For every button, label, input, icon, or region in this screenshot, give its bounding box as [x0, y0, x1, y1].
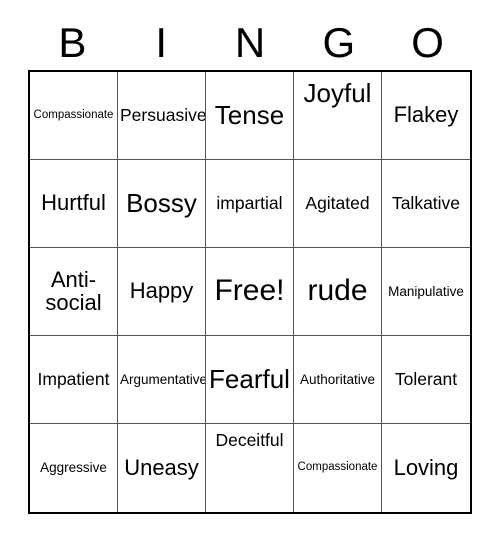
bingo-cell-label: Deceitful [215, 430, 284, 450]
bingo-header-letter-g: G [322, 19, 356, 66]
bingo-cell-label: Bossy [126, 188, 197, 219]
bingo-header-row: B I N G O [28, 16, 472, 70]
bingo-cell[interactable]: Impatient [30, 336, 118, 424]
bingo-header-letter-i: I [155, 19, 168, 66]
bingo-cell[interactable]: Agitated [294, 160, 382, 248]
bingo-cell-label: Authoritative [299, 371, 376, 387]
bingo-cell-label: Flakey [393, 102, 459, 128]
bingo-free-space-label: Free! [214, 274, 285, 308]
bingo-cell[interactable]: Deceitful [206, 424, 294, 512]
bingo-cell[interactable]: Tolerant [382, 336, 470, 424]
bingo-cell-label: Loving [393, 454, 459, 480]
bingo-cell-label: Aggressive [40, 460, 107, 476]
bingo-cell[interactable]: Aggressive [30, 424, 118, 512]
bingo-cell-label: rude [307, 274, 368, 308]
bingo-cell[interactable]: Anti-social [30, 248, 118, 336]
bingo-cell-label: Hurtful [41, 190, 106, 216]
bingo-cell[interactable]: Authoritative [294, 336, 382, 424]
bingo-header-letter-n: N [234, 19, 266, 66]
bingo-cell-label: Agitated [305, 192, 370, 213]
bingo-cell[interactable]: Joyful [294, 72, 382, 160]
bingo-header-letter-b: B [58, 19, 87, 66]
bingo-cell[interactable]: Compassionate [294, 424, 382, 512]
bingo-cell[interactable]: Loving [382, 424, 470, 512]
bingo-cell-label: Tolerant [394, 368, 458, 389]
bingo-cell[interactable]: Argumentative [118, 336, 206, 424]
bingo-cell[interactable]: Happy [118, 248, 206, 336]
bingo-cell-label: Persuasive [120, 104, 206, 125]
bingo-cell[interactable]: Flakey [382, 72, 470, 160]
bingo-card: B I N G O Compassionate Persuasive Tense Jo… [0, 0, 500, 544]
bingo-cell-label: Impatient [37, 368, 110, 389]
bingo-cell-label: Uneasy [124, 454, 199, 480]
bingo-cell-label: Anti-social [45, 267, 102, 315]
bingo-cell[interactable]: Uneasy [118, 424, 206, 512]
bingo-cell-label: Compassionate [297, 461, 378, 474]
bingo-cell[interactable]: Compassionate [30, 72, 118, 160]
bingo-cell[interactable]: Manipulative [382, 248, 470, 336]
bingo-cell-label: impartial [216, 192, 283, 213]
bingo-cell[interactable]: Bossy [118, 160, 206, 248]
bingo-cell[interactable]: Persuasive [118, 72, 206, 160]
bingo-cell[interactable]: Tense [206, 72, 294, 160]
bingo-cell-label: Fearful [209, 364, 290, 395]
bingo-grid: Compassionate Persuasive Tense Joyful Flakey… [28, 70, 472, 514]
bingo-cell-label: Joyful [303, 78, 372, 108]
bingo-header-letter-o: O [411, 19, 444, 66]
bingo-cell-label: Manipulative [388, 283, 464, 299]
bingo-cell[interactable]: Fearful [206, 336, 294, 424]
bingo-cell-label: Happy [129, 278, 194, 304]
bingo-cell[interactable]: Free! [206, 248, 294, 336]
bingo-cell-label: Argumentative [120, 371, 206, 387]
bingo-cell[interactable]: Talkative [382, 160, 470, 248]
bingo-cell-label: Compassionate [33, 108, 114, 121]
bingo-cell[interactable]: Hurtful [30, 160, 118, 248]
bingo-cell[interactable]: rude [294, 248, 382, 336]
bingo-cell-label: Talkative [391, 192, 461, 213]
bingo-cell[interactable]: impartial [206, 160, 294, 248]
bingo-cell-label: Tense [214, 100, 285, 131]
